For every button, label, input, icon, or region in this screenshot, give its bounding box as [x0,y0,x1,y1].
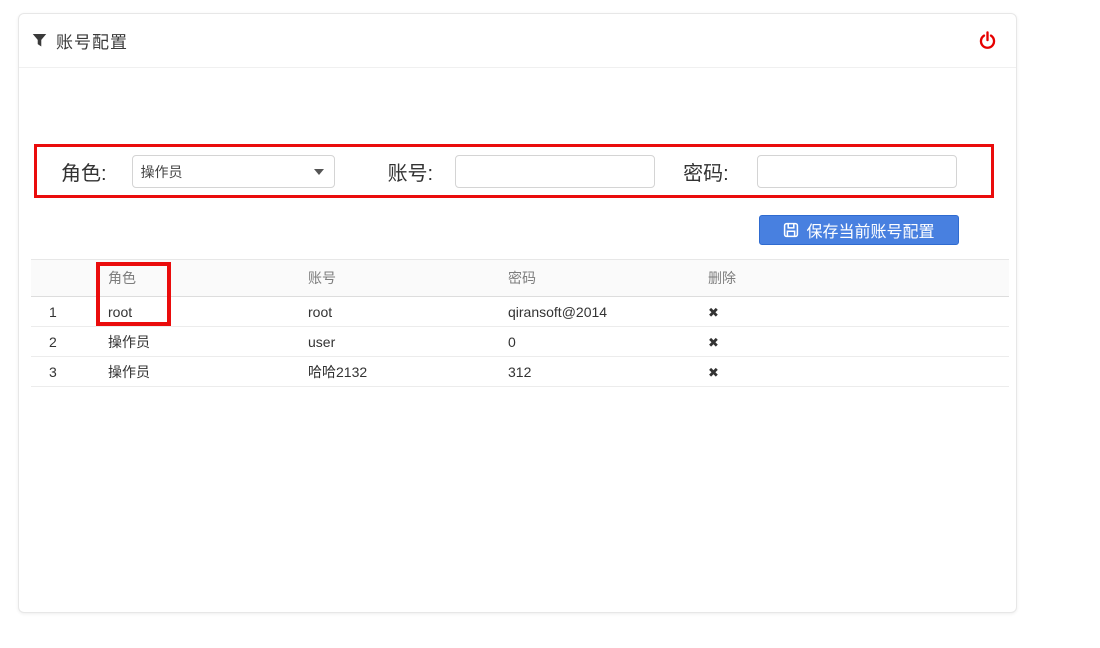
row-password: 0 [496,334,696,350]
password-input[interactable] [757,155,957,188]
role-select[interactable]: 操作员 [132,155,335,188]
table-row: 2 操作员 user 0 ✖ [31,327,1009,357]
row-role: root [96,304,296,320]
accounts-table: 角色 账号 密码 删除 1 root root qiransoft@2014 ✖… [31,259,1009,387]
role-select-value: 操作员 [141,162,183,182]
filter-icon [32,33,47,48]
chevron-down-icon [314,169,324,175]
row-index: 1 [31,304,96,320]
save-icon [783,222,799,238]
row-password: 312 [496,364,696,380]
account-input[interactable] [455,155,655,188]
header-password: 密码 [496,268,696,288]
card-body: 角色: 操作员 账号: 密码: 保存当前账号配置 [19,68,1016,613]
row-index: 2 [31,334,96,350]
table-row: 3 操作员 哈哈2132 312 ✖ [31,357,1009,387]
row-account: 哈哈2132 [296,362,496,382]
power-button[interactable] [976,30,998,52]
role-label: 角色: [61,157,107,186]
card-header: 账号配置 [19,14,1016,68]
row-account: user [296,334,496,350]
row-account: root [296,304,496,320]
row-role: 操作员 [96,362,296,382]
account-label: 账号: [388,157,434,186]
page-title: 账号配置 [56,28,128,53]
header-account: 账号 [296,268,496,288]
table-header-row: 角色 账号 密码 删除 [31,259,1009,297]
account-form: 角色: 操作员 账号: 密码: [34,155,994,188]
delete-row-button[interactable]: ✖ [708,307,719,320]
header-role: 角色 [96,268,296,288]
save-account-config-button[interactable]: 保存当前账号配置 [759,215,959,245]
row-password: qiransoft@2014 [496,304,696,320]
row-index: 3 [31,364,96,380]
account-config-card: 账号配置 角色: 操作员 账号: 密码: [18,13,1017,613]
row-role: 操作员 [96,332,296,352]
delete-row-button[interactable]: ✖ [708,367,719,380]
header-delete: 删除 [696,268,1009,288]
password-label: 密码: [683,157,729,186]
save-button-label: 保存当前账号配置 [806,218,934,242]
delete-row-button[interactable]: ✖ [708,337,719,350]
table-row: 1 root root qiransoft@2014 ✖ [31,297,1009,327]
